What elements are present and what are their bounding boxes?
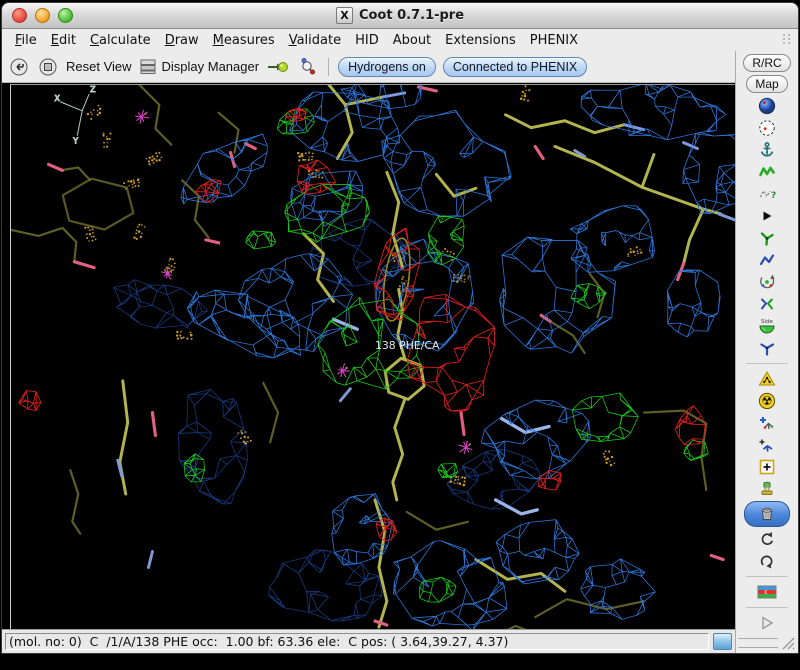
svg-text:X: X [55, 94, 61, 103]
right-toolbar: R/RC Map ? Side ☢ [735, 51, 798, 653]
menu-bar: FileEditCalculateDrawMeasuresValidateHID… [2, 29, 798, 51]
svg-text:☢: ☢ [761, 393, 772, 408]
zoom-button[interactable] [58, 8, 73, 23]
more-tools-icon[interactable] [745, 613, 789, 633]
menu-draw[interactable]: Draw [158, 31, 206, 50]
reset-view-button[interactable]: Reset View [66, 59, 132, 74]
refine-sphere-icon[interactable] [745, 96, 789, 116]
tool-separator [746, 363, 788, 364]
menu-file[interactable]: File [8, 31, 44, 50]
tool-separator [746, 576, 788, 577]
toolbar-separator [328, 58, 329, 76]
menu-phenix[interactable]: PHENIX [523, 31, 585, 50]
svg-text:?: ? [771, 191, 776, 201]
display-manager-button[interactable]: Display Manager [139, 58, 260, 75]
add-terminal-residue-icon[interactable] [745, 413, 789, 433]
status-bar: (mol. no: 0) C /1/A/138 PHE occ: 1.00 bf… [2, 629, 735, 653]
regularize-sphere-icon[interactable] [745, 118, 789, 138]
menu-extensions[interactable]: Extensions [438, 31, 523, 50]
hydrogens-toggle-button[interactable]: Hydrogens on [338, 57, 436, 77]
jiggle-fit-icon[interactable] [745, 338, 789, 358]
delete-item-icon[interactable] [744, 501, 790, 527]
display-manager-label: Display Manager [162, 59, 260, 74]
resize-grip-icon[interactable] [780, 635, 796, 651]
menu-edit[interactable]: Edit [44, 31, 83, 50]
menu-calculate[interactable]: Calculate [83, 31, 158, 50]
title-bar[interactable]: X Coot 0.7.1-pre [2, 3, 798, 29]
accept-refinement-icon[interactable] [745, 206, 789, 226]
atom-info-icon[interactable] [297, 57, 319, 77]
mutate-autofit-icon[interactable]: ☢ [745, 391, 789, 411]
tool-separator [746, 607, 788, 608]
reset-view-label: Reset View [66, 59, 132, 74]
main-toolbar: Reset View Display Manager [2, 51, 735, 83]
refine-control-button[interactable]: R/RC [743, 54, 790, 72]
menu-hid[interactable]: HID [348, 31, 386, 50]
close-button[interactable] [12, 8, 27, 23]
menu-measures[interactable]: Measures [206, 31, 282, 50]
place-atom-icon[interactable] [745, 457, 789, 477]
toolbar-stop-icon[interactable] [37, 57, 59, 77]
redo-icon[interactable] [745, 551, 789, 571]
rotamers-icon[interactable] [745, 228, 789, 248]
rigid-body-fit-icon[interactable] [745, 162, 789, 182]
menu-validate[interactable]: Validate [282, 31, 348, 50]
x11-icon: X [336, 7, 353, 24]
bottom-scroll-track[interactable] [738, 638, 778, 648]
svg-text:Y: Y [72, 137, 78, 146]
run-refmac-flag-icon[interactable] [745, 582, 789, 602]
flip-peptide-icon[interactable] [745, 294, 789, 314]
edit-backbone-icon[interactable] [745, 250, 789, 270]
menu-grip-icon[interactable] [782, 33, 792, 47]
mutate-warning-icon[interactable] [745, 369, 789, 389]
coot-window: X Coot 0.7.1-pre FileEditCalculateDrawMe… [1, 2, 799, 654]
toolbar-back-icon[interactable] [8, 57, 30, 77]
minimize-button[interactable] [35, 8, 50, 23]
display-manager-icon [139, 58, 157, 75]
phenix-connection-button[interactable]: Connected to PHENIX [443, 57, 587, 77]
window-title: Coot 0.7.1-pre [359, 8, 464, 23]
menu-about[interactable]: About [386, 31, 438, 50]
undo-icon[interactable] [745, 529, 789, 549]
molecular-view[interactable]: X Z Y 138 PHE/CA [11, 85, 735, 629]
refine-fragment-icon[interactable]: ? [745, 184, 789, 204]
canvas-area: X Z Y 138 PHE/CA [2, 83, 735, 629]
fix-atoms-anchor-icon[interactable] [745, 140, 789, 160]
add-alt-conf-icon[interactable] [745, 435, 789, 455]
svg-text:Z: Z [90, 85, 96, 94]
svg-text:138 PHE/CA: 138 PHE/CA [375, 339, 440, 352]
edit-chi-angles-icon[interactable] [745, 272, 789, 292]
side-chain-180-icon[interactable]: Side [745, 316, 789, 336]
window-controls [12, 3, 73, 28]
clear-pending-icon[interactable] [745, 479, 789, 499]
go-to-atom-icon[interactable] [266, 57, 290, 77]
gl-canvas[interactable]: X Z Y 138 PHE/CA [10, 84, 735, 629]
status-text: (mol. no: 0) C /1/A/138 PHE occ: 1.00 bf… [5, 633, 709, 650]
map-button[interactable]: Map [746, 75, 787, 93]
svg-text:Side: Side [761, 319, 774, 325]
status-scroll-thumb[interactable] [713, 633, 732, 650]
